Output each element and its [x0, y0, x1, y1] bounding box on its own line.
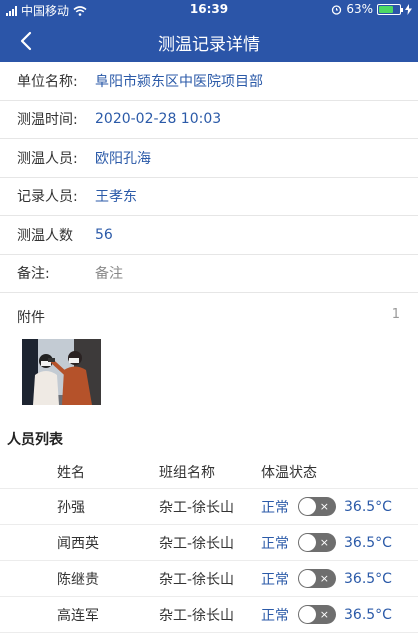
page-title: 测温记录详情: [158, 35, 260, 55]
people-count-label: 测温人数: [17, 227, 73, 244]
table-row: 陈继贵 杂工-徐长山 正常 × 36.5°C: [0, 561, 418, 597]
table-row: 孙强 杂工-徐长山 正常 × 36.5°C: [0, 489, 418, 525]
remark-value: 备注: [95, 266, 123, 283]
person-team: 杂工-徐长山: [159, 607, 235, 624]
column-header-status: 体温状态: [261, 464, 317, 481]
measure-time-value: 2020-02-28 10:03: [95, 111, 222, 128]
charging-icon: [405, 3, 412, 15]
status-text: 正常: [261, 535, 289, 552]
temperature-status: 正常 × 36.5°C: [261, 497, 418, 517]
nav-bar: 测温记录详情: [0, 20, 418, 62]
measurer-value: 欧阳孔海: [95, 150, 151, 167]
table-row: 高连军 杂工-徐长山 正常 × 36.5°C: [0, 597, 418, 633]
close-icon: ×: [319, 572, 329, 585]
person-name: 高连军: [57, 607, 99, 624]
temperature-status: 正常 × 36.5°C: [261, 533, 418, 553]
attachments-count: 1: [391, 307, 400, 322]
toggle-knob: [299, 498, 316, 515]
status-toggle[interactable]: ×: [298, 605, 336, 624]
attachments-section: 附件 1: [0, 294, 418, 405]
toggle-knob: [299, 534, 316, 551]
people-table: 姓名 班组名称 体温状态 孙强 杂工-徐长山 正常 × 36.5°C 闻西英 杂…: [0, 455, 418, 633]
status-bar: 中国移动 16:39 63%: [0, 0, 418, 20]
attachments-title: 附件: [17, 310, 45, 326]
attachment-photo[interactable]: [22, 339, 101, 405]
people-count-row: 测温人数 56: [0, 216, 418, 255]
status-toggle[interactable]: ×: [298, 533, 336, 552]
recorder-label: 记录人员:: [17, 189, 78, 206]
app-header: 中国移动 16:39 63% 测温记录详情: [0, 0, 418, 62]
unit-name-value: 阜阳市颍东区中医院项目部: [95, 73, 263, 90]
column-header-team: 班组名称: [159, 464, 215, 481]
recorder-row: 记录人员: 王孝东: [0, 178, 418, 216]
toggle-knob: [299, 606, 316, 623]
person-team: 杂工-徐长山: [159, 535, 235, 552]
unit-name-row: 单位名称: 阜阳市颍东区中医院项目部: [0, 62, 418, 101]
temperature-status: 正常 × 36.5°C: [261, 569, 418, 589]
remark-row: 备注: 备注: [0, 255, 418, 293]
close-icon: ×: [319, 500, 329, 513]
measurer-label: 测温人员:: [17, 150, 78, 167]
temperature-value: 36.5°C: [344, 534, 392, 551]
close-icon: ×: [319, 536, 329, 549]
temperature-status: 正常 × 36.5°C: [261, 605, 418, 625]
person-team: 杂工-徐长山: [159, 571, 235, 588]
person-name: 孙强: [57, 499, 85, 516]
record-detail-form: 单位名称: 阜阳市颍东区中医院项目部 测温时间: 2020-02-28 10:03 …: [0, 62, 418, 293]
column-header-name: 姓名: [57, 464, 85, 481]
status-text: 正常: [261, 571, 289, 588]
people-count-value: 56: [95, 226, 113, 243]
status-toggle[interactable]: ×: [298, 569, 336, 588]
recorder-value: 王孝东: [95, 189, 137, 206]
temperature-value: 36.5°C: [344, 570, 392, 587]
alarm-icon: [332, 4, 342, 15]
temperature-value: 36.5°C: [344, 498, 392, 515]
people-list-title: 人员列表: [7, 432, 63, 448]
person-team: 杂工-徐长山: [159, 499, 235, 516]
status-toggle[interactable]: ×: [298, 497, 336, 516]
measurer-row: 测温人员: 欧阳孔海: [0, 139, 418, 178]
table-header: 姓名 班组名称 体温状态: [0, 455, 418, 489]
toggle-knob: [299, 570, 316, 587]
measure-time-label: 测温时间:: [17, 112, 78, 129]
remark-label: 备注:: [17, 266, 50, 283]
status-text: 正常: [261, 607, 289, 624]
temperature-value: 36.5°C: [344, 606, 392, 623]
battery-percent: 63%: [346, 2, 373, 16]
measure-time-row: 测温时间: 2020-02-28 10:03: [0, 101, 418, 139]
status-text: 正常: [261, 499, 289, 516]
close-icon: ×: [319, 608, 329, 621]
person-name: 闻西英: [57, 535, 99, 552]
person-name: 陈继贵: [57, 571, 99, 588]
table-row: 闻西英 杂工-徐长山 正常 × 36.5°C: [0, 525, 418, 561]
photo-image: [22, 339, 101, 405]
unit-name-label: 单位名称:: [17, 73, 78, 90]
battery-icon: [377, 3, 403, 15]
